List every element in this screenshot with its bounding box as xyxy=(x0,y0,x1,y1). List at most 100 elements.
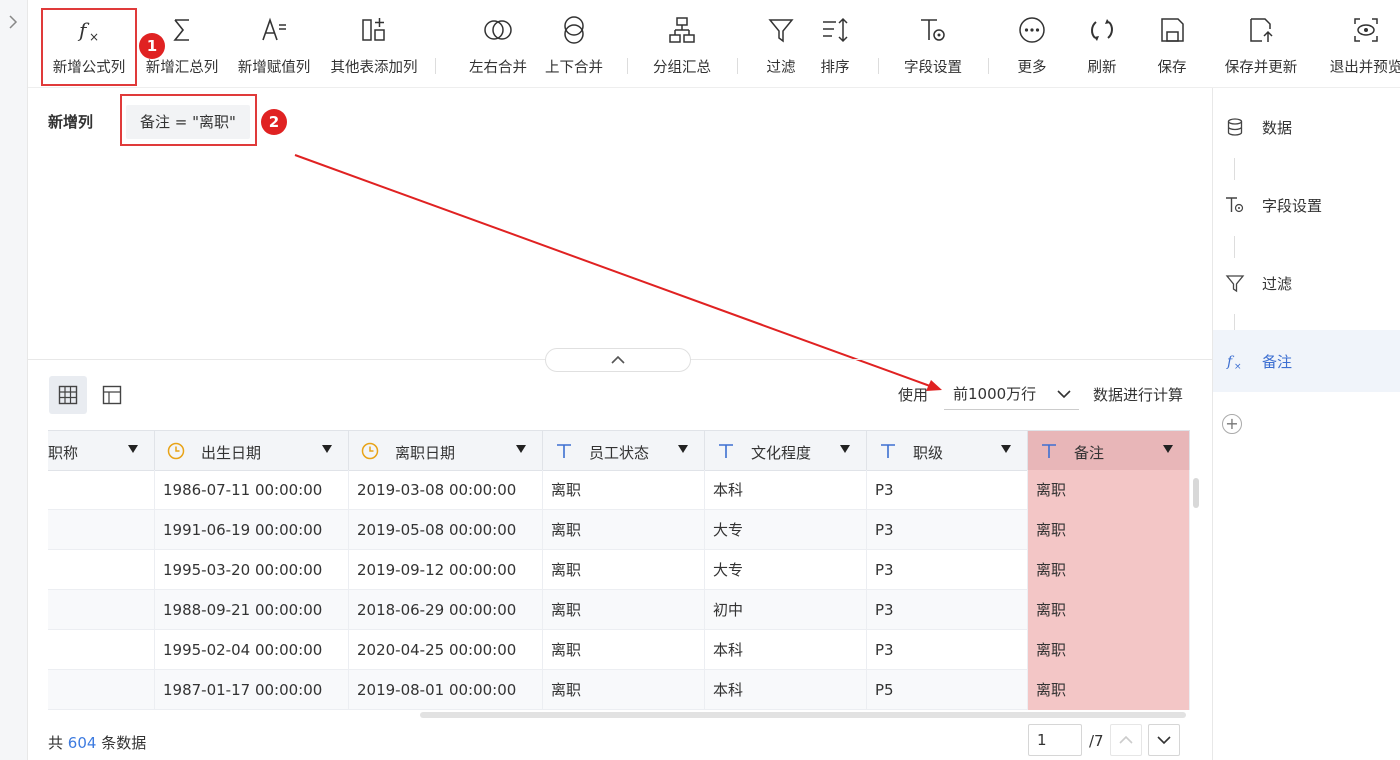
table-cell[interactable]: 本科 xyxy=(705,630,867,670)
record-count-suffix: 条数据 xyxy=(101,734,147,752)
database-icon xyxy=(1225,117,1245,137)
table-cell[interactable]: 1995-03-20 00:00:00 xyxy=(155,550,349,590)
table-cell[interactable]: 1988-09-21 00:00:00 xyxy=(155,590,349,630)
table-cell[interactable]: 1986-07-11 00:00:00 xyxy=(155,470,349,510)
table-cell[interactable]: 离职 xyxy=(543,550,705,590)
table-cell-highlighted[interactable]: 离职 xyxy=(1028,550,1190,590)
collapse-panel-button[interactable] xyxy=(545,348,691,372)
step-item-remark[interactable]: f × 备注 xyxy=(1213,330,1400,392)
table-cell[interactable] xyxy=(48,510,155,550)
vertical-scrollbar[interactable] xyxy=(1193,478,1199,508)
layout-icon xyxy=(102,385,122,405)
table-cell[interactable]: 本科 xyxy=(705,670,867,710)
text-type-icon xyxy=(717,442,735,460)
table-cell-highlighted[interactable]: 离职 xyxy=(1028,510,1190,550)
table-cell-highlighted[interactable]: 离职 xyxy=(1028,670,1190,710)
table-cell[interactable] xyxy=(48,470,155,510)
table-cell[interactable]: 大专 xyxy=(705,550,867,590)
table-cell[interactable]: P3 xyxy=(867,510,1028,550)
table-row[interactable]: 1995-03-20 00:00:00 2019-09-12 00:00:00 … xyxy=(48,550,1190,590)
table-row[interactable]: 1991-06-19 00:00:00 2019-05-08 00:00:00 … xyxy=(48,510,1190,550)
page-number-input[interactable]: 1 xyxy=(1028,724,1082,756)
table-cell[interactable]: P3 xyxy=(867,630,1028,670)
column-menu-caret-icon[interactable] xyxy=(678,445,688,453)
record-count-number: 604 xyxy=(67,734,97,752)
column-menu-caret-icon[interactable] xyxy=(322,445,332,453)
table-cell[interactable]: P5 xyxy=(867,670,1028,710)
column-header[interactable]: 文化程度 xyxy=(705,430,867,471)
table-cell[interactable]: 离职 xyxy=(543,510,705,550)
column-header[interactable]: 离职日期 xyxy=(349,430,543,471)
table-cell-highlighted[interactable]: 离职 xyxy=(1028,590,1190,630)
table-row[interactable]: 1986-07-11 00:00:00 2019-03-08 00:00:00 … xyxy=(48,470,1190,510)
step-label: 备注 xyxy=(1262,353,1293,371)
table-cell[interactable]: 2020-04-25 00:00:00 xyxy=(349,630,543,670)
chevron-up-icon xyxy=(1119,735,1133,744)
column-header-label: 备注 xyxy=(1074,444,1105,462)
step-label: 过滤 xyxy=(1262,275,1293,293)
table-cell[interactable]: 2019-03-08 00:00:00 xyxy=(349,470,543,510)
table-row[interactable]: 1988-09-21 00:00:00 2018-06-29 00:00:00 … xyxy=(48,590,1190,630)
table-cell[interactable]: 离职 xyxy=(543,470,705,510)
table-cell[interactable]: 离职 xyxy=(543,590,705,630)
svg-text:×: × xyxy=(1234,362,1242,371)
layout-view-button[interactable] xyxy=(93,376,131,414)
formula-icon: f × xyxy=(1225,351,1245,372)
grid-view-button[interactable] xyxy=(49,376,87,414)
step-item-field-settings[interactable]: 字段设置 xyxy=(1213,174,1400,236)
chevron-down-icon xyxy=(1157,736,1171,745)
column-header[interactable]: 职称 xyxy=(48,430,155,471)
table-cell[interactable]: 初中 xyxy=(705,590,867,630)
table-cell[interactable]: 1987-01-17 00:00:00 xyxy=(155,670,349,710)
column-menu-caret-icon[interactable] xyxy=(128,445,138,453)
text-type-icon xyxy=(1040,442,1058,460)
table-cell[interactable]: 离职 xyxy=(543,670,705,710)
column-menu-caret-icon[interactable] xyxy=(516,445,526,453)
table-cell[interactable]: P3 xyxy=(867,590,1028,630)
table-cell[interactable] xyxy=(48,550,155,590)
previous-page-button[interactable] xyxy=(1110,724,1142,756)
column-header-label: 文化程度 xyxy=(751,444,812,462)
table-cell[interactable]: 2018-06-29 00:00:00 xyxy=(349,590,543,630)
column-header-label: 出生日期 xyxy=(201,444,262,462)
table-cell[interactable]: 2019-05-08 00:00:00 xyxy=(349,510,543,550)
table-cell[interactable]: 1995-02-04 00:00:00 xyxy=(155,630,349,670)
text-type-icon xyxy=(879,442,897,460)
page-total: /7 xyxy=(1089,732,1104,750)
column-header-highlighted[interactable]: 备注 xyxy=(1028,430,1190,471)
clock-icon xyxy=(167,442,185,460)
field-settings-icon xyxy=(1225,195,1245,215)
rows-select[interactable]: 前1000万行 xyxy=(944,378,1079,410)
column-header[interactable]: 出生日期 xyxy=(155,430,349,471)
table-cell[interactable]: 本科 xyxy=(705,470,867,510)
table-cell[interactable]: P3 xyxy=(867,470,1028,510)
table-cell[interactable] xyxy=(48,670,155,710)
column-header[interactable]: 员工状态 xyxy=(543,430,705,471)
table-cell-highlighted[interactable]: 离职 xyxy=(1028,630,1190,670)
table-cell[interactable]: P3 xyxy=(867,550,1028,590)
horizontal-scrollbar[interactable] xyxy=(420,712,1186,718)
add-step-button[interactable]: + xyxy=(1222,414,1242,434)
rows-select-value: 前1000万行 xyxy=(953,385,1037,403)
column-menu-caret-icon[interactable] xyxy=(1001,445,1011,453)
data-grid: 职称 出生日期 离职日期 员工状态 文化程度 职级 备注 1986-07-11 … xyxy=(48,430,1190,712)
table-cell[interactable]: 离职 xyxy=(543,630,705,670)
table-cell-highlighted[interactable]: 离职 xyxy=(1028,470,1190,510)
step-item-data[interactable]: 数据 xyxy=(1213,96,1400,158)
plus-icon: + xyxy=(1225,414,1239,433)
table-row[interactable]: 1987-01-17 00:00:00 2019-08-01 00:00:00 … xyxy=(48,670,1190,710)
column-header[interactable]: 职级 xyxy=(867,430,1028,471)
next-page-button[interactable] xyxy=(1148,724,1180,756)
table-row[interactable]: 1995-02-04 00:00:00 2020-04-25 00:00:00 … xyxy=(48,630,1190,670)
column-header-label: 职级 xyxy=(913,444,944,462)
column-menu-caret-icon[interactable] xyxy=(840,445,850,453)
column-menu-caret-icon[interactable] xyxy=(1163,445,1173,453)
text-type-icon xyxy=(555,442,573,460)
table-cell[interactable] xyxy=(48,590,155,630)
table-cell[interactable]: 2019-09-12 00:00:00 xyxy=(349,550,543,590)
table-cell[interactable]: 1991-06-19 00:00:00 xyxy=(155,510,349,550)
table-cell[interactable]: 大专 xyxy=(705,510,867,550)
step-item-filter[interactable]: 过滤 xyxy=(1213,252,1400,314)
table-cell[interactable] xyxy=(48,630,155,670)
table-cell[interactable]: 2019-08-01 00:00:00 xyxy=(349,670,543,710)
